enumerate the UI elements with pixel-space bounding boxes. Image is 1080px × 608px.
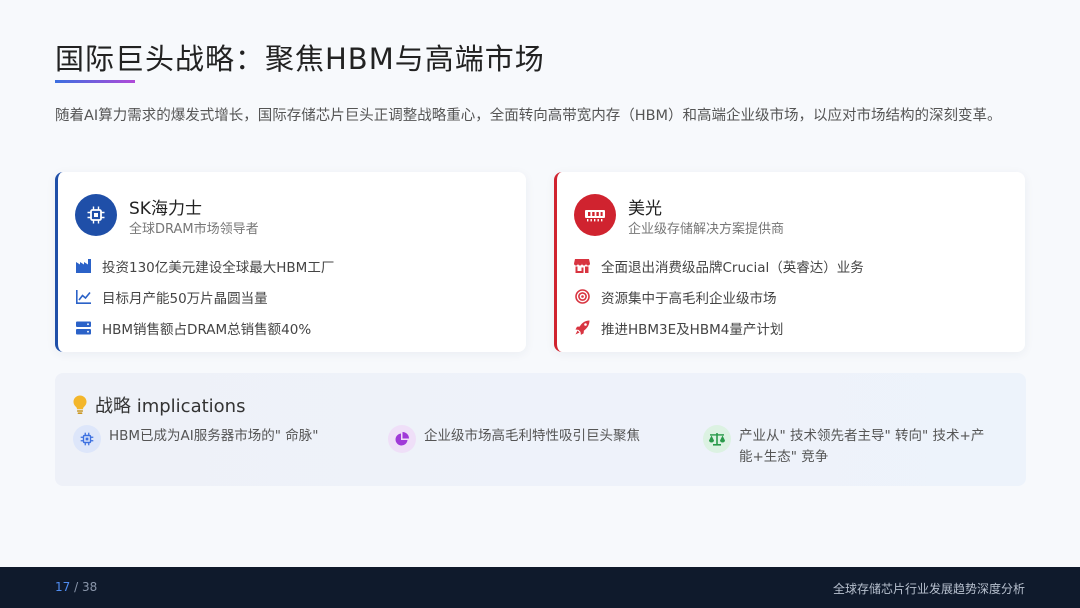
title-underline [55, 80, 135, 83]
list-item: 全面退出消费级品牌Crucial（英睿达）业务 [574, 250, 1015, 281]
lightbulb-icon [73, 395, 87, 415]
current-page: 17 [55, 580, 71, 594]
page-indicator: 17 / 38 [55, 580, 97, 594]
list-item-text: HBM销售额占DRAM总销售额40% [102, 321, 312, 338]
line-chart-icon [75, 289, 91, 305]
strategy-list: 全面退出消费级品牌Crucial（英睿达）业务 资源集中于高毛利企业级市场 推进… [574, 250, 1015, 343]
memory-icon [574, 194, 616, 236]
server-icon [75, 320, 91, 336]
implications-title: 战略 implications [95, 396, 246, 417]
implication-item: HBM已成为AI服务器市场的" 命脉" [73, 425, 373, 453]
rocket-icon [574, 320, 590, 336]
company-subtitle: 全球DRAM市场领导者 [129, 222, 259, 237]
target-icon [574, 289, 590, 305]
deck-title: 全球存储芯片行业发展趋势深度分析 [832, 582, 1025, 596]
store-icon [574, 258, 590, 274]
implication-item: 产业从" 技术领先者主导" 转向" 技术+产能+生态" 竞争 [703, 425, 1003, 468]
list-item-text: 推进HBM3E及HBM4量产计划 [601, 321, 784, 338]
total-pages: / 38 [70, 580, 98, 594]
balance-scale-icon [703, 425, 731, 453]
strategy-list: 投资130亿美元建设全球最大HBM工厂 目标月产能50万片晶圆当量 HBM销售额… [75, 250, 516, 343]
implications-panel: 战略 implications HBM已成为AI服务器市场的" 命脉" 企业级市… [55, 373, 1026, 486]
footer-bar: 17 / 38 全球存储芯片行业发展趋势深度分析 [0, 567, 1080, 608]
list-item-text: 投资130亿美元建设全球最大HBM工厂 [102, 259, 335, 276]
chip-icon [73, 425, 101, 453]
list-item: 目标月产能50万片晶圆当量 [75, 281, 516, 312]
intro-paragraph: 随着AI算力需求的爆发式增长，国际存储芯片巨头正调整战略重心，全面转向高带宽内存… [55, 108, 1002, 124]
implication-item: 企业级市场高毛利特性吸引巨头聚焦 [388, 425, 688, 453]
company-subtitle: 企业级存储解决方案提供商 [628, 222, 785, 237]
implication-text: 产业从" 技术领先者主导" 转向" 技术+产能+生态" 竞争 [739, 428, 985, 465]
list-item: 投资130亿美元建设全球最大HBM工厂 [75, 250, 516, 281]
implication-text: 企业级市场高毛利特性吸引巨头聚焦 [424, 428, 640, 444]
card-sk-hynix: SK海力士 全球DRAM市场领导者 投资130亿美元建设全球最大HBM工厂 目标… [55, 172, 526, 352]
implications-heading: 战略 implications [73, 392, 245, 418]
list-item: 推进HBM3E及HBM4量产计划 [574, 312, 1015, 343]
list-item-text: 资源集中于高毛利企业级市场 [601, 290, 777, 307]
page-title: 国际巨头战略：聚焦HBM与高端市场 [55, 42, 545, 76]
implication-text: HBM已成为AI服务器市场的" 命脉" [109, 428, 319, 444]
factory-icon [75, 258, 91, 274]
chip-icon [75, 194, 117, 236]
company-name: SK海力士 [129, 199, 202, 219]
list-item-text: 目标月产能50万片晶圆当量 [102, 290, 268, 307]
company-name: 美光 [628, 199, 662, 219]
card-micron: 美光 企业级存储解决方案提供商 全面退出消费级品牌Crucial（英睿达）业务 … [554, 172, 1025, 352]
pie-chart-icon [388, 425, 416, 453]
list-item-text: 全面退出消费级品牌Crucial（英睿达）业务 [601, 259, 864, 276]
list-item: 资源集中于高毛利企业级市场 [574, 281, 1015, 312]
list-item: HBM销售额占DRAM总销售额40% [75, 312, 516, 343]
